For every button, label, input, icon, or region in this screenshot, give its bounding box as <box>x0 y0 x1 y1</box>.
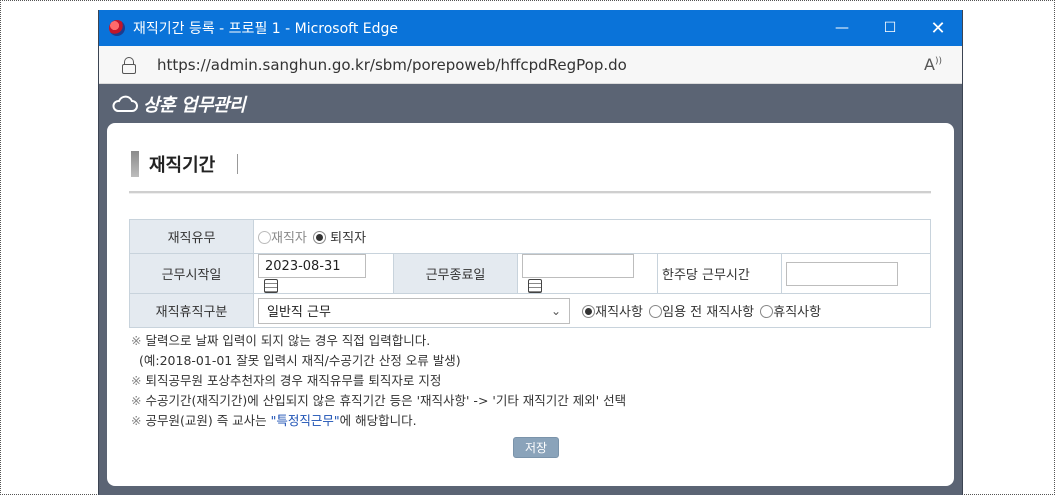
content-panel: 재직기간 재직유무 재직자 퇴직자 근무시작일 2023-08-31 근무종료일… <box>107 123 954 486</box>
weekly-hours-cell <box>781 253 931 294</box>
heading-rule <box>129 191 931 194</box>
radio-retired[interactable] <box>313 231 327 244</box>
note-item: ※ 퇴직공무원 포상추천자의 경우 재직유무를 퇴직자로 지정 <box>131 373 442 388</box>
weekly-hours-label: 한주당 근무시간 <box>657 253 782 294</box>
radio-employment-record[interactable] <box>582 305 596 318</box>
close-button[interactable]: ✕ <box>914 10 962 46</box>
save-button[interactable]: 저장 <box>513 437 559 458</box>
note-item: ※ 달력으로 날짜 입력이 되지 않는 경우 직접 입력합니다. <box>131 333 431 348</box>
weekly-hours-input[interactable] <box>786 261 898 286</box>
radio-employment-record-label: 재직사항 <box>595 305 643 320</box>
heading-bar <box>131 151 139 177</box>
notes: ※ 달력으로 날짜 입력이 되지 않는 경우 직접 입력합니다. (예:2018… <box>131 331 626 431</box>
row-employment-status: 재직유무 재직자 퇴직자 <box>129 219 931 254</box>
employment-status-label: 재직유무 <box>129 219 254 254</box>
radio-employed[interactable] <box>258 231 271 244</box>
form-table: 재직유무 재직자 퇴직자 근무시작일 근무종료일 한주당 근무시간 <box>129 219 931 328</box>
edge-logo-icon <box>109 20 125 36</box>
start-date-label: 근무시작일 <box>129 253 254 294</box>
window-title: 재직기간 등록 - 프로필 1 - Microsoft Edge <box>133 21 399 37</box>
employment-status-cell: 재직자 퇴직자 <box>253 219 931 254</box>
radio-pre-appointment-label: 임용 전 재직사항 <box>662 305 755 320</box>
note-item: (예:2018-01-01 잘못 입력시 재직/수공기간 산정 오류 발생) <box>139 353 461 368</box>
heading-separator <box>237 154 239 174</box>
page-title: 재직기간 <box>149 155 216 176</box>
minimize-button[interactable]: — <box>818 10 866 46</box>
work-type-cell: 일반직 근무 ⌄ 재직사항 임용 전 재직사항 휴직사항 <box>253 293 931 328</box>
lock-icon[interactable] <box>121 56 137 74</box>
title-bar: 재직기간 등록 - 프로필 1 - Microsoft Edge — ☐ ✕ <box>99 10 962 46</box>
work-type-label: 재직휴직구분 <box>129 293 254 328</box>
start-date-cell <box>253 253 394 294</box>
radio-leave-label: 휴직사항 <box>773 305 822 320</box>
site-header: 상훈 업무관리 <box>99 84 962 124</box>
read-aloud-icon[interactable]: A)) <box>924 55 942 74</box>
end-date-calendar-icon[interactable] <box>528 278 542 293</box>
end-date-input[interactable] <box>522 254 634 278</box>
start-date-calendar-icon[interactable] <box>264 278 278 293</box>
site-title: 상훈 업무관리 <box>143 95 246 116</box>
browser-window: 재직기간 등록 - 프로필 1 - Microsoft Edge — ☐ ✕ h… <box>98 10 963 495</box>
special-duty-link: "특정직근무" <box>270 413 340 428</box>
window-controls: — ☐ ✕ <box>818 10 962 46</box>
end-date-label: 근무종료일 <box>393 253 518 294</box>
start-date-input[interactable] <box>258 254 366 278</box>
radio-leave[interactable] <box>760 305 774 318</box>
radio-pre-appointment[interactable] <box>649 305 663 318</box>
address-bar: https://admin.sanghun.go.kr/sbm/porepowe… <box>99 46 962 84</box>
cloud-icon <box>112 95 138 112</box>
radio-retired-label: 퇴직자 <box>330 231 367 246</box>
work-type-selected: 일반직 근무 <box>267 305 331 320</box>
note-item: ※ 수공기간(재직기간)에 산입되지 않은 휴직기간 등은 '재직사항' -> … <box>131 393 627 408</box>
row-dates: 근무시작일 근무종료일 한주당 근무시간 <box>129 253 931 294</box>
note-item: ※ 공무원(교원) 즉 교사는 "특정직근무"에 해당합니다. <box>131 413 417 428</box>
radio-employed-label: 재직자 <box>271 231 307 246</box>
chevron-down-icon: ⌄ <box>550 303 561 318</box>
work-type-select[interactable]: 일반직 근무 ⌄ <box>258 297 570 324</box>
end-date-cell <box>517 253 658 294</box>
row-work-type: 재직휴직구분 일반직 근무 ⌄ 재직사항 임용 전 재직사항 휴직사항 <box>129 293 931 328</box>
maximize-button[interactable]: ☐ <box>866 10 914 46</box>
url-text[interactable]: https://admin.sanghun.go.kr/sbm/porepowe… <box>157 56 627 74</box>
page-heading: 재직기간 <box>131 149 931 179</box>
